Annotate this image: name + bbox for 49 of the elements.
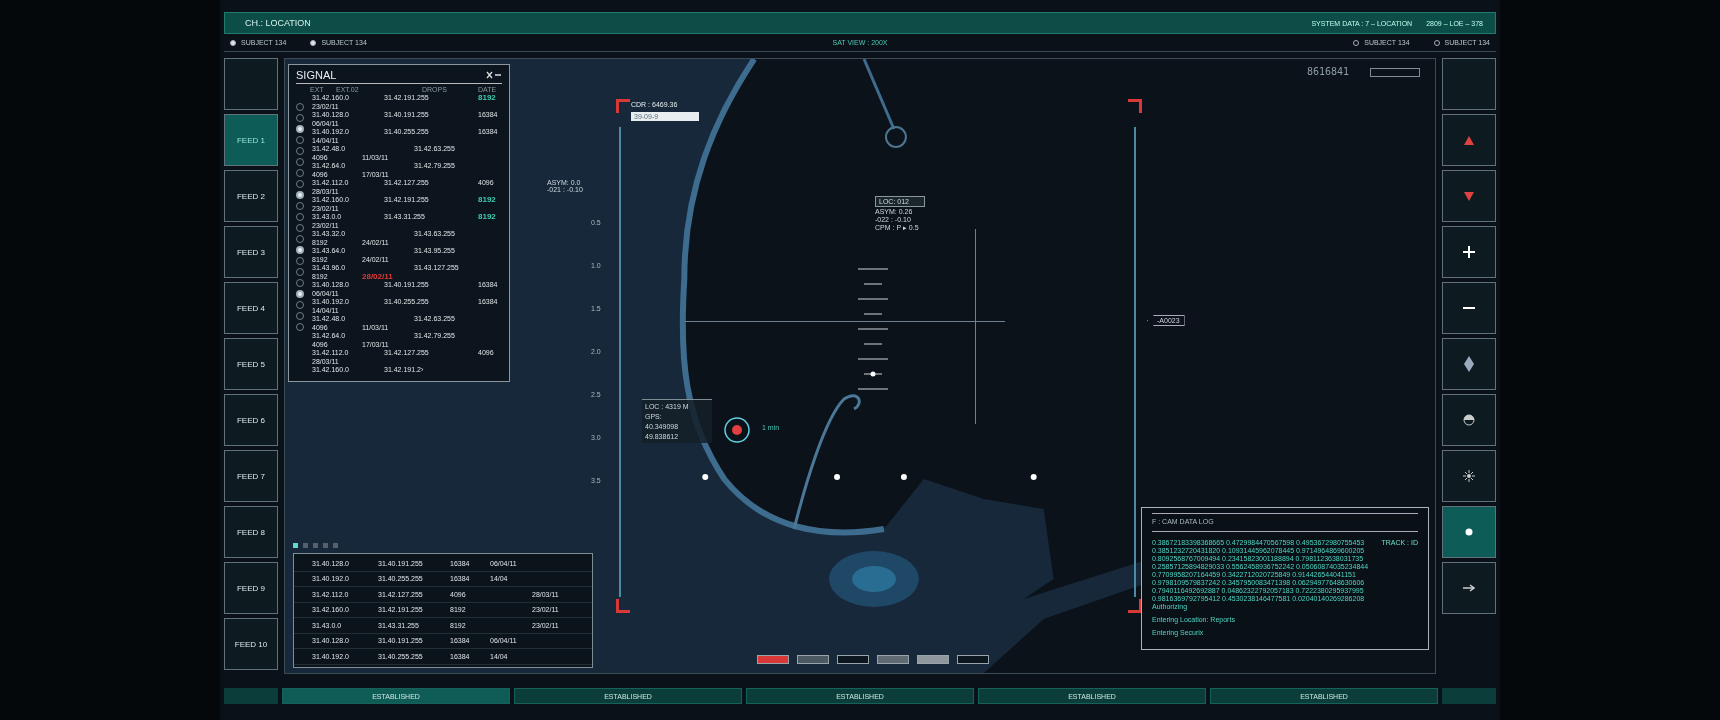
sun-button[interactable] — [1442, 450, 1496, 502]
plus-icon — [1463, 246, 1475, 258]
signal-cell: 28/02/11 — [362, 272, 393, 281]
minus-icon — [1463, 307, 1475, 309]
sun-icon — [1463, 470, 1475, 482]
feed-button[interactable]: FEED 10 — [224, 618, 278, 670]
feed-button[interactable]: FEED 8 — [224, 506, 278, 558]
dot-icon — [1465, 528, 1473, 536]
down-button[interactable] — [1442, 170, 1496, 222]
feed-button[interactable]: FEED 4 — [224, 282, 278, 334]
window-title: CH.: LOCATION — [245, 18, 311, 28]
feed-button[interactable]: FEED 2 — [224, 170, 278, 222]
radio-button[interactable] — [296, 191, 304, 199]
status-endcap — [224, 688, 278, 704]
blank-button[interactable] — [224, 58, 278, 110]
signal-cell: 8192 — [478, 196, 496, 205]
signal-cell: 8192 — [478, 213, 496, 222]
counter-readout: 8616841 — [1307, 66, 1350, 77]
feed-button[interactable]: FEED 5 — [224, 338, 278, 390]
diamond-icon — [1464, 356, 1474, 372]
corner-bracket — [616, 599, 630, 613]
down-triangle-icon — [1464, 191, 1474, 201]
radio-button[interactable] — [296, 125, 304, 133]
status-endcap — [1442, 688, 1496, 704]
radio-button[interactable] — [296, 246, 304, 254]
feed-button[interactable]: FEED 9 — [224, 562, 278, 614]
blank-button[interactable] — [1442, 58, 1496, 110]
corner-bracket — [616, 99, 630, 113]
half-circle-icon — [1463, 414, 1475, 426]
feed-button[interactable]: FEED 6 — [224, 394, 278, 446]
corner-bracket — [1128, 99, 1142, 113]
diamond-button[interactable] — [1442, 338, 1496, 390]
up-triangle-icon — [1464, 135, 1474, 145]
counter-box — [1370, 68, 1420, 77]
target-marker-icon — [723, 416, 751, 444]
panel-title: SIGNAL — [296, 69, 337, 81]
feed-button[interactable]: FEED 1 — [224, 114, 278, 166]
minus-button[interactable] — [1442, 282, 1496, 334]
feed-button[interactable]: FEED 3 — [224, 226, 278, 278]
half-button[interactable] — [1442, 394, 1496, 446]
plus-button[interactable] — [1442, 226, 1496, 278]
feed-button[interactable]: FEED 7 — [224, 450, 278, 502]
dot-button[interactable] — [1442, 506, 1496, 558]
up-button[interactable] — [1442, 114, 1496, 166]
signal-cell: 8192 — [478, 94, 496, 103]
right-arrow-icon — [1463, 584, 1475, 592]
arrow-button[interactable] — [1442, 562, 1496, 614]
close-minimize-icon[interactable] — [486, 71, 502, 79]
radio-button[interactable] — [296, 290, 304, 298]
